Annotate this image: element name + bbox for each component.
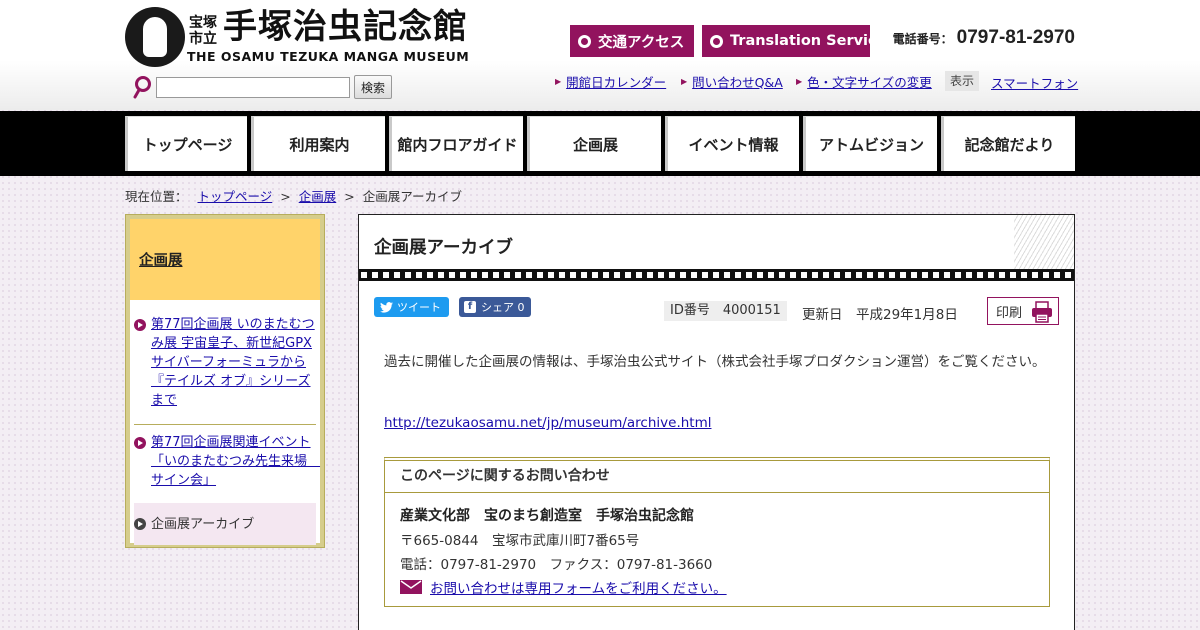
archive-link[interactable]: http://tezukaosamu.net/jp/museum/archive… [384,415,711,431]
qa-link[interactable]: 問い合わせQ&A [692,72,783,91]
print-label: 印刷 [996,305,1023,321]
facebook-share-button[interactable]: f シェア 0 [459,297,531,317]
sidebar-item-exhibition-77: 第77回企画展 いのまたむつみ展 宇宙皇子、新世紀GPXサイバーフォーミュラから… [134,315,316,410]
phone-label: 電話番号： [892,32,953,46]
search-icon [133,76,151,99]
sidebar-item-current-label: 企画展アーカイブ [151,516,255,532]
breadcrumb-link-exhibition[interactable]: 企画展 [299,189,337,204]
font-size-link[interactable]: 色・文字サイズの変更 [807,72,932,91]
access-button[interactable]: 交通アクセス [570,25,694,57]
logo-english-text: THE OSAMU TEZUKA MANGA MUSEUM [187,49,470,64]
phone-info: 電話番号： 0797-81-2970 [884,27,1075,53]
page-id: ID番号 4000151 [664,301,787,321]
title-decoration [1014,215,1074,269]
main-content: 企画展アーカイブ ツイート f シェア 0 ID番号 4000151 更新日 平… [358,214,1075,630]
ring-icon [710,34,723,48]
contact-heading: このページに関するお問い合わせ [385,461,1049,493]
nav-item-atom-vision[interactable]: アトムビジョン [803,116,937,171]
smartphone-link[interactable]: スマートフォン [991,73,1078,92]
nav-item-floor-guide[interactable]: 館内フロアガイド [389,116,523,171]
twitter-icon [380,301,393,313]
breadcrumb-link-top[interactable]: トップページ [198,189,273,204]
nav-item-exhibition[interactable]: 企画展 [527,116,661,171]
nav-item-top[interactable]: トップページ [125,116,247,171]
breadcrumb-label: 現在位置： [125,189,188,204]
bullet-arrow-icon [134,437,146,449]
contact-department: 産業文化部 宝のまち創造室 手塚治虫記念館 [400,508,694,524]
tweet-label: ツイート [397,301,441,314]
contact-box: このページに関するお問い合わせ 産業文化部 宝のまち創造室 手塚治虫記念館 〒6… [384,457,1050,607]
sidebar-item-link[interactable]: 第77回企画展 いのまたむつみ展 宇宙皇子、新世紀GPXサイバーフォーミュラから… [151,315,316,410]
triangle-bullet-icon: ▶ [681,76,688,86]
contact-address: 〒665-0844 宝塚市武庫川町7番65号 [400,533,640,549]
translation-service-button[interactable]: Translation Service [702,25,886,57]
site-logo[interactable]: 宝塚市立 手塚治虫記念館 THE OSAMU TEZUKA MANGA MUSE… [125,7,475,67]
sidebar-heading: 企画展 [130,219,320,300]
contact-form-link[interactable]: お問い合わせは専用フォームをご利用ください。 [430,577,727,597]
facebook-icon: f [464,301,476,313]
breadcrumb-separator: > [280,189,291,204]
logo-mark-icon [125,7,185,67]
updated-date: 更新日 平成29年1月8日 [802,307,958,323]
tweet-button[interactable]: ツイート [374,297,449,317]
global-nav: トップページ 利用案内 館内フロアガイド 企画展 イベント情報 アトムビジョン … [0,111,1200,176]
film-strip-divider [359,269,1074,281]
logo-city-text: 宝塚市立 [189,15,217,47]
share-label: シェア 0 [481,301,525,314]
nav-item-events[interactable]: イベント情報 [665,116,799,171]
triangle-bullet-icon: ▶ [555,76,562,86]
print-button[interactable]: 印刷 [987,297,1059,325]
contact-phone-fax: 電話：0797-81-2970 ファクス：0797-81-3660 [400,557,713,573]
bullet-arrow-icon [134,518,146,530]
nav-item-newsletter[interactable]: 記念館だより [941,116,1075,171]
access-label: 交通アクセス [598,34,685,51]
calendar-link[interactable]: 開館日カレンダー [566,72,666,91]
breadcrumb-separator: > [344,189,355,204]
search-input[interactable] [156,77,350,98]
breadcrumb: 現在位置： トップページ > 企画展 > 企画展アーカイブ [125,186,462,204]
ring-icon [578,34,591,48]
contact-form-row: お問い合わせは専用フォームをご利用ください。 [400,577,727,597]
sidebar-item-link[interactable]: 第77回企画展関連イベント「いのまたむつみ先生来場 サイン会」 [151,433,320,490]
util-link-calendar-wrap: ▶ 開館日カレンダー [555,72,666,90]
bullet-arrow-icon [134,319,146,331]
phone-number: 0797-81-2970 [956,27,1075,48]
translation-label: Translation Service [730,33,887,49]
page-title: 企画展アーカイブ [374,238,513,258]
breadcrumb-current: 企画展アーカイブ [362,189,462,204]
site-header: 宝塚市立 手塚治虫記念館 THE OSAMU TEZUKA MANGA MUSE… [0,0,1200,110]
triangle-bullet-icon: ▶ [796,76,803,86]
logo-name-text: 手塚治虫記念館 [223,7,468,47]
body-text: 過去に開催した企画展の情報は、手塚治虫公式サイト（株式会社手塚プロダクション運営… [384,354,1046,370]
sidebar-panel: 企画展 第77回企画展 いのまたむつみ展 宇宙皇子、新世紀GPXサイバーフォーミ… [130,219,320,545]
printer-icon [1032,301,1052,323]
sidebar-item-event: 第77回企画展関連イベント「いのまたむつみ先生来場 サイン会」 [134,433,320,490]
sidebar-heading-link[interactable]: 企画展 [139,249,183,270]
nav-item-guide[interactable]: 利用案内 [251,116,385,171]
sidebar-divider [134,424,316,425]
sidebar-item-archive-current: 企画展アーカイブ [134,503,316,545]
search-button[interactable]: 検索 [354,75,392,99]
mail-icon [400,580,422,594]
sidebar: 企画展 第77回企画展 いのまたむつみ展 宇宙皇子、新世紀GPXサイバーフォーミ… [125,214,325,548]
display-label: 表示 [945,71,980,91]
util-link-qa-wrap: ▶ 問い合わせQ&A [681,72,783,90]
util-link-fontsize-wrap: ▶ 色・文字サイズの変更 [796,72,932,90]
